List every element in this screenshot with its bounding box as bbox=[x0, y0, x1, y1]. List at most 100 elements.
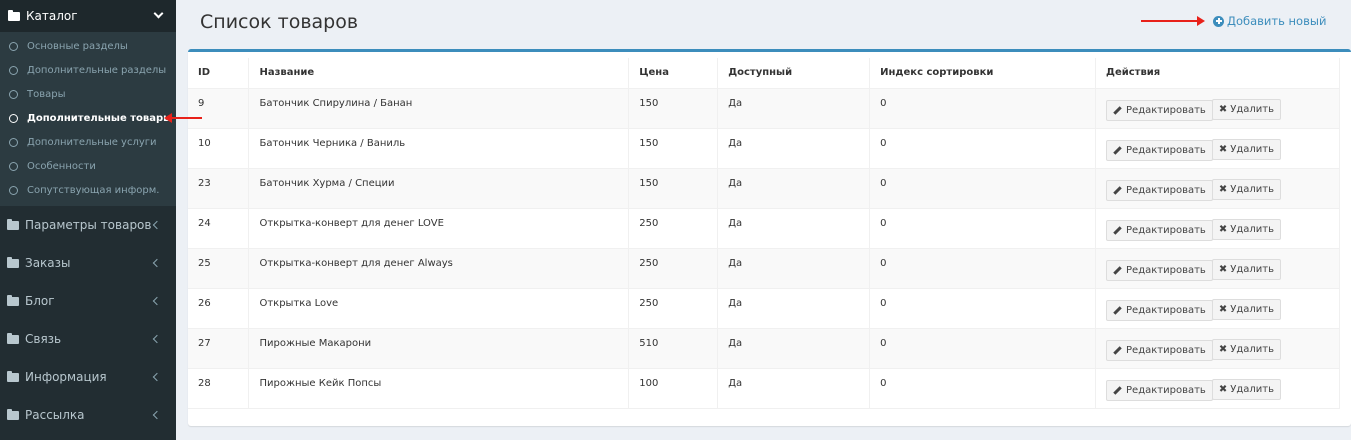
cell-price: 250 bbox=[628, 248, 719, 289]
edit-button[interactable]: Редактировать bbox=[1106, 379, 1213, 401]
close-icon: ✖ bbox=[1218, 223, 1228, 235]
delete-label: Удалить bbox=[1230, 143, 1274, 155]
cell-price: 250 bbox=[628, 288, 719, 329]
column-header: Действия bbox=[1095, 58, 1340, 89]
add-new-button[interactable]: Добавить новый bbox=[1213, 14, 1326, 28]
sidebar-menu-item[interactable]: Заказы bbox=[0, 244, 176, 282]
cell-id: 25 bbox=[188, 248, 250, 289]
cell-available: Да bbox=[717, 248, 871, 289]
folder-icon bbox=[7, 218, 19, 230]
pencil-icon bbox=[1113, 265, 1122, 275]
products-table: ID Название Цена Доступный Индекс сортировки… bbox=[188, 58, 1340, 409]
close-icon: ✖ bbox=[1218, 303, 1228, 315]
submenu-item[interactable]: Особенности bbox=[0, 154, 176, 178]
arrow-head-icon bbox=[1197, 16, 1205, 26]
edit-button[interactable]: Редактировать bbox=[1106, 299, 1213, 321]
edit-button[interactable]: Редактировать bbox=[1106, 219, 1213, 241]
submenu-item-label: Дополнительные разделы bbox=[27, 64, 167, 76]
close-icon: ✖ bbox=[1218, 343, 1228, 355]
edit-button[interactable]: Редактировать bbox=[1106, 259, 1213, 281]
table-header-row: ID Название Цена Доступный Индекс сортировки… bbox=[188, 58, 1340, 89]
cell-actions: Редактировать ✖ Удалить bbox=[1095, 328, 1340, 369]
cell-name: Пирожные Кейк Попсы bbox=[248, 368, 630, 409]
delete-button[interactable]: ✖ Удалить bbox=[1211, 258, 1281, 280]
pencil-icon bbox=[1113, 225, 1122, 235]
column-header: Название bbox=[248, 58, 630, 89]
sidebar-menu-item[interactable]: Блог bbox=[0, 282, 176, 320]
submenu-item[interactable]: Дополнительные товары bbox=[0, 106, 176, 130]
submenu-item[interactable]: Дополнительные услуги bbox=[0, 130, 176, 154]
close-icon: ✖ bbox=[1218, 263, 1228, 275]
plus-circle-icon bbox=[1213, 15, 1224, 27]
delete-button[interactable]: ✖ Удалить bbox=[1211, 138, 1281, 160]
cell-actions: Редактировать ✖ Удалить bbox=[1095, 88, 1340, 129]
edit-button[interactable]: Редактировать bbox=[1106, 139, 1213, 161]
cell-name: Открытка-конверт для денег Always bbox=[248, 248, 630, 289]
submenu-item-label: Дополнительные услуги bbox=[27, 136, 157, 148]
chevron-down-icon bbox=[153, 8, 164, 19]
cell-actions: Редактировать ✖ Удалить bbox=[1095, 128, 1340, 169]
delete-button[interactable]: ✖ Удалить bbox=[1211, 218, 1281, 240]
menu-catalog[interactable]: Каталог bbox=[0, 0, 176, 32]
cell-name: Открытка-конверт для денег LOVE bbox=[248, 208, 630, 249]
cell-id: 23 bbox=[188, 168, 250, 209]
delete-label: Удалить bbox=[1230, 343, 1274, 355]
edit-label: Редактировать bbox=[1126, 144, 1206, 156]
cell-price: 100 bbox=[628, 368, 719, 409]
cell-available: Да bbox=[717, 128, 871, 169]
edit-label: Редактировать bbox=[1126, 104, 1206, 116]
sidebar-menu-item[interactable]: Параметры товаров bbox=[0, 206, 176, 244]
delete-button[interactable]: ✖ Удалить bbox=[1211, 178, 1281, 200]
folder-icon bbox=[7, 332, 19, 344]
cell-name: Батончик Хурма / Специи bbox=[248, 168, 630, 209]
table-row: 9 Батончик Спирулина / Банан 150 Да 0 Редакти… bbox=[188, 88, 1340, 129]
catalog-submenu: Основные разделы Дополнительные разделы То… bbox=[0, 32, 176, 206]
edit-button[interactable]: Редактировать bbox=[1106, 339, 1213, 361]
cell-available: Да bbox=[717, 168, 871, 209]
delete-button[interactable]: ✖ Удалить bbox=[1211, 298, 1281, 320]
cell-sort: 0 bbox=[869, 208, 1097, 249]
sidebar-menu-item[interactable]: Рассылка bbox=[0, 396, 176, 434]
chevron-left-icon bbox=[152, 410, 162, 420]
delete-label: Удалить bbox=[1230, 183, 1274, 195]
sidebar-menu-item[interactable]: Связь bbox=[0, 320, 176, 358]
delete-label: Удалить bbox=[1230, 383, 1274, 395]
submenu-item[interactable]: Основные разделы bbox=[0, 34, 176, 58]
delete-label: Удалить bbox=[1230, 263, 1274, 275]
circle-icon bbox=[9, 161, 18, 171]
main-content: Список товаров Добавить новый ID Название… bbox=[176, 0, 1351, 440]
delete-label: Удалить bbox=[1230, 103, 1274, 115]
circle-icon bbox=[9, 185, 18, 195]
submenu-item-label: Сопутствующая информ. bbox=[27, 184, 160, 196]
submenu-item[interactable]: Товары bbox=[0, 82, 176, 106]
column-header: Доступный bbox=[717, 58, 871, 89]
table-row: 26 Открытка Love 250 Да 0 Редактировать ✖ Удали… bbox=[188, 288, 1340, 329]
circle-icon bbox=[9, 89, 18, 99]
cell-sort: 0 bbox=[869, 248, 1097, 289]
delete-button[interactable]: ✖ Удалить bbox=[1211, 378, 1281, 400]
submenu-item[interactable]: Сопутствующая информ. bbox=[0, 178, 176, 202]
table-row: 10 Батончик Черника / Ваниль 150 Да 0 Редакти… bbox=[188, 128, 1340, 169]
submenu-item[interactable]: Дополнительные разделы bbox=[0, 58, 176, 82]
edit-label: Редактировать bbox=[1126, 304, 1206, 316]
pencil-icon bbox=[1113, 105, 1122, 115]
sidebar-menu-label: Информация bbox=[25, 370, 107, 384]
cell-available: Да bbox=[717, 288, 871, 329]
cell-available: Да bbox=[717, 368, 871, 409]
sidebar-menu-item[interactable]: Информация bbox=[0, 358, 176, 396]
delete-button[interactable]: ✖ Удалить bbox=[1211, 338, 1281, 360]
delete-button[interactable]: ✖ Удалить bbox=[1211, 98, 1281, 120]
edit-button[interactable]: Редактировать bbox=[1106, 99, 1213, 121]
delete-label: Удалить bbox=[1230, 223, 1274, 235]
cell-id: 28 bbox=[188, 368, 250, 409]
cell-price: 150 bbox=[628, 168, 719, 209]
close-icon: ✖ bbox=[1218, 143, 1228, 155]
close-icon: ✖ bbox=[1218, 383, 1228, 395]
cell-id: 10 bbox=[188, 128, 250, 169]
cell-actions: Редактировать ✖ Удалить bbox=[1095, 248, 1340, 289]
edit-button[interactable]: Редактировать bbox=[1106, 179, 1213, 201]
pencil-icon bbox=[1113, 385, 1122, 395]
cell-name: Пирожные Макарони bbox=[248, 328, 630, 369]
cell-actions: Редактировать ✖ Удалить bbox=[1095, 288, 1340, 329]
circle-icon bbox=[9, 41, 18, 51]
